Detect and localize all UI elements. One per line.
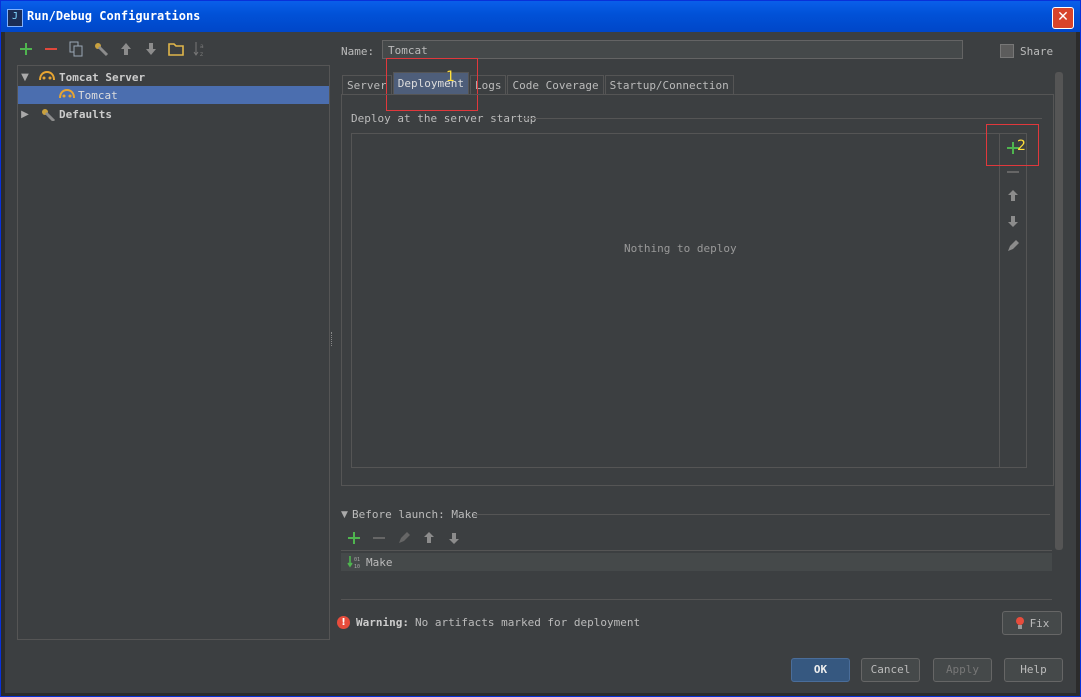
close-button[interactable]: ✕ — [1052, 7, 1074, 29]
plus-icon — [20, 43, 32, 55]
config-toolbar: az — [17, 40, 210, 60]
add-task-button[interactable] — [345, 529, 363, 547]
move-down-button[interactable] — [142, 40, 160, 58]
svg-text:10: 10 — [354, 564, 360, 569]
window-title: Run/Debug Configurations — [27, 9, 201, 23]
before-launch-collapse-icon[interactable]: ▼ — [341, 510, 348, 520]
tree-item-tomcat[interactable]: Tomcat — [18, 86, 329, 104]
list-item[interactable]: 01 10 Make — [341, 553, 1052, 571]
collapse-arrow-icon[interactable]: ▶ — [18, 109, 32, 120]
dialog-window: J Run/Debug Configurations ✕ a z ▼ Tomca… — [0, 0, 1081, 697]
fix-button-label: Fix — [1029, 616, 1050, 630]
minus-icon — [373, 537, 385, 539]
help-button[interactable]: Help — [1004, 658, 1063, 682]
tomcat-config-icon — [59, 88, 75, 99]
share-label: Share — [1020, 44, 1054, 58]
add-config-button[interactable] — [17, 40, 35, 58]
minus-icon — [45, 48, 57, 50]
move-artifact-down-button[interactable] — [1004, 212, 1022, 230]
name-input[interactable]: Tomcat — [382, 40, 963, 59]
name-label: Name: — [341, 45, 375, 58]
share-checkbox-box[interactable] — [1000, 44, 1014, 58]
deploy-list[interactable]: Nothing to deploy — [351, 133, 1027, 468]
tab-code-coverage[interactable]: Code Coverage — [507, 75, 604, 95]
move-artifact-up-button[interactable] — [1004, 187, 1022, 205]
arrow-down-icon — [1008, 216, 1018, 227]
move-up-button[interactable] — [117, 40, 135, 58]
task-label: Make — [366, 555, 393, 569]
edit-defaults-button[interactable] — [92, 40, 110, 58]
arrow-up-icon — [121, 43, 131, 55]
svg-text:01: 01 — [354, 557, 360, 563]
deploy-section-label: Deploy at the server startup — [351, 112, 537, 125]
remove-task-button[interactable] — [370, 529, 388, 547]
copy-icon — [69, 41, 83, 57]
tree-group-tomcat-server[interactable]: ▼ Tomcat Server — [18, 68, 329, 86]
deploy-list-toolbar — [999, 134, 1026, 467]
tree-item-label: Tomcat — [78, 88, 118, 102]
deployment-panel: Deploy at the server startup Nothing to … — [341, 94, 1054, 486]
tree-group-defaults[interactable]: ▶ Defaults — [18, 105, 329, 123]
annotation-label-1: 1 — [446, 69, 455, 85]
before-launch-list[interactable]: 01 10 Make — [341, 550, 1052, 600]
move-task-up-button[interactable] — [420, 529, 438, 547]
annotation-box-2 — [986, 124, 1039, 166]
tree-defaults-label: Defaults — [59, 107, 112, 121]
pencil-icon — [399, 532, 410, 543]
svg-text:z: z — [200, 51, 203, 57]
panel-splitter[interactable] — [331, 332, 335, 346]
warning-title: Warning: — [356, 616, 409, 629]
remove-config-button[interactable] — [42, 40, 60, 58]
sort-button[interactable]: az — [192, 40, 210, 58]
sort-az-icon: az — [193, 42, 204, 57]
annotation-label-2: 2 — [1017, 138, 1026, 154]
config-tree[interactable]: ▼ Tomcat Server Tomcat ▶ Defaults — [17, 65, 330, 640]
before-launch-label: Before launch: Make — [352, 508, 478, 521]
make-icon: 0110 — [347, 556, 360, 569]
folder-button[interactable] — [167, 40, 185, 58]
warning-message: ! Warning: No artifacts marked for deplo… — [337, 616, 640, 629]
wrench-icon — [95, 43, 109, 57]
defaults-wrench-icon — [42, 109, 56, 121]
move-task-down-button[interactable] — [445, 529, 463, 547]
warning-text: No artifacts marked for deployment — [414, 616, 641, 629]
edit-task-button[interactable] — [395, 529, 413, 547]
section-divider — [522, 118, 1042, 119]
share-checkbox[interactable]: Share — [1000, 44, 1053, 58]
apply-button[interactable]: Apply — [933, 658, 992, 682]
arrow-down-icon — [449, 533, 459, 544]
tree-group-label: Tomcat Server — [59, 70, 146, 84]
folder-icon — [168, 43, 184, 56]
app-icon: J — [7, 9, 23, 27]
panel-scrollbar[interactable] — [1055, 72, 1063, 550]
minus-icon — [1007, 171, 1019, 173]
before-launch-divider — [475, 514, 1050, 515]
dialog-content: az ▼ Tomcat Server Tomcat ▶ Defaults Nam… — [5, 32, 1076, 693]
ok-button[interactable]: OK — [791, 658, 850, 682]
empty-state-text: Nothing to deploy — [624, 242, 737, 255]
arrow-up-icon — [424, 532, 434, 543]
title-bar[interactable]: J Run/Debug Configurations ✕ — [1, 1, 1080, 32]
warning-icon: ! — [337, 616, 350, 629]
copy-config-button[interactable] — [67, 40, 85, 58]
tab-startup-connection[interactable]: Startup/Connection — [604, 75, 734, 95]
before-launch-toolbar — [345, 529, 463, 547]
tomcat-icon — [39, 70, 55, 81]
arrow-down-icon — [146, 43, 156, 55]
cancel-button[interactable]: Cancel — [861, 658, 920, 682]
tab-server[interactable]: Server — [342, 75, 392, 95]
pencil-icon — [1008, 240, 1019, 251]
lightbulb-icon — [1015, 617, 1024, 629]
edit-artifact-button[interactable] — [1004, 237, 1022, 255]
fix-button[interactable]: Fix — [1002, 611, 1062, 635]
svg-text:a: a — [200, 43, 204, 50]
plus-icon — [348, 532, 360, 544]
arrow-up-icon — [1008, 190, 1018, 201]
expand-arrow-icon[interactable]: ▼ — [18, 72, 32, 83]
